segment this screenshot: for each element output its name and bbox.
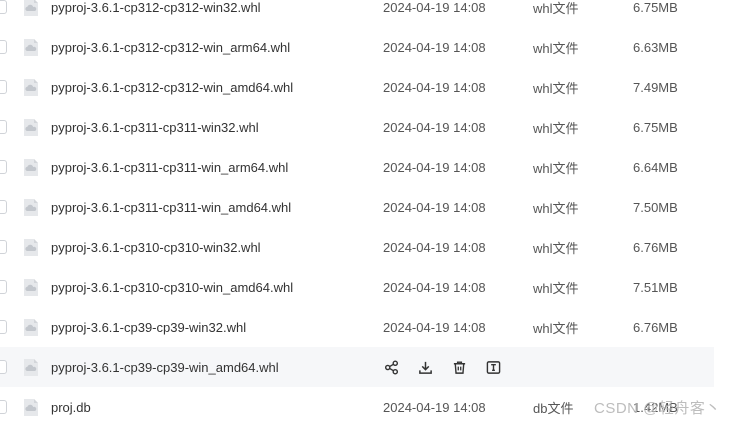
file-type: whl文件 bbox=[533, 40, 579, 56]
file-row[interactable]: pyproj-3.6.1-cp311-cp311-win_arm64.whl 2… bbox=[0, 147, 714, 187]
file-type: whl文件 bbox=[533, 280, 579, 296]
file-icon bbox=[24, 118, 38, 136]
file-row[interactable]: pyproj-3.6.1-cp39-cp39-win32.whl 2024-04… bbox=[0, 307, 714, 347]
file-size: 6.64MB bbox=[633, 159, 678, 175]
share-icon[interactable] bbox=[383, 359, 400, 376]
file-date: 2024-04-19 14:08 bbox=[383, 319, 486, 335]
file-type: whl文件 bbox=[533, 80, 579, 96]
file-size: 7.51MB bbox=[633, 279, 678, 295]
file-icon bbox=[24, 78, 38, 96]
file-icon bbox=[24, 278, 38, 296]
file-name[interactable]: pyproj-3.6.1-cp312-cp312-win_arm64.whl bbox=[51, 40, 290, 55]
file-name[interactable]: pyproj-3.6.1-cp310-cp310-win32.whl bbox=[51, 240, 261, 255]
file-type: whl文件 bbox=[533, 0, 579, 16]
row-checkbox[interactable] bbox=[0, 280, 7, 294]
file-size: 6.75MB bbox=[633, 0, 678, 15]
file-icon bbox=[24, 0, 38, 16]
file-size: 6.76MB bbox=[633, 239, 678, 255]
file-icon bbox=[24, 318, 38, 336]
watermark: CSDN @轻舟客丶 bbox=[594, 400, 721, 417]
file-size: 7.49MB bbox=[633, 79, 678, 95]
file-list: pyproj-3.6.1-cp312-cp312-win32.whl 2024-… bbox=[0, 0, 740, 426]
file-row[interactable]: pyproj-3.6.1-cp311-cp311-win_amd64.whl 2… bbox=[0, 187, 714, 227]
file-name[interactable]: pyproj-3.6.1-cp310-cp310-win_amd64.whl bbox=[51, 280, 293, 295]
file-type: whl文件 bbox=[533, 320, 579, 336]
file-row-hovered[interactable]: pyproj-3.6.1-cp39-cp39-win_amd64.whl bbox=[0, 347, 714, 387]
row-checkbox[interactable] bbox=[0, 200, 7, 214]
file-name[interactable]: pyproj-3.6.1-cp312-cp312-win32.whl bbox=[51, 0, 261, 15]
row-checkbox[interactable] bbox=[0, 40, 7, 54]
file-icon bbox=[24, 158, 38, 176]
file-row[interactable]: pyproj-3.6.1-cp310-cp310-win_amd64.whl 2… bbox=[0, 267, 714, 307]
file-name[interactable]: pyproj-3.6.1-cp39-cp39-win32.whl bbox=[51, 320, 246, 335]
file-size: 7.50MB bbox=[633, 199, 678, 215]
file-icon bbox=[24, 358, 38, 376]
file-icon bbox=[24, 238, 38, 256]
row-actions bbox=[383, 359, 502, 376]
file-type: whl文件 bbox=[533, 240, 579, 256]
file-icon bbox=[24, 398, 38, 416]
file-name[interactable]: pyproj-3.6.1-cp311-cp311-win_amd64.whl bbox=[51, 200, 291, 215]
file-name[interactable]: proj.db bbox=[51, 400, 91, 415]
row-checkbox[interactable] bbox=[0, 240, 7, 254]
file-name[interactable]: pyproj-3.6.1-cp312-cp312-win_amd64.whl bbox=[51, 80, 293, 95]
row-checkbox[interactable] bbox=[0, 360, 7, 374]
file-row[interactable]: pyproj-3.6.1-cp310-cp310-win32.whl 2024-… bbox=[0, 227, 714, 267]
download-icon[interactable] bbox=[417, 359, 434, 376]
file-size: 6.76MB bbox=[633, 319, 678, 335]
row-checkbox[interactable] bbox=[0, 160, 7, 174]
file-size: 6.75MB bbox=[633, 119, 678, 135]
file-type: whl文件 bbox=[533, 160, 579, 176]
file-date: 2024-04-19 14:08 bbox=[383, 399, 486, 415]
file-date: 2024-04-19 14:08 bbox=[383, 279, 486, 295]
file-name[interactable]: pyproj-3.6.1-cp39-cp39-win_amd64.whl bbox=[51, 360, 279, 375]
file-row[interactable]: pyproj-3.6.1-cp312-cp312-win_arm64.whl 2… bbox=[0, 27, 714, 67]
file-row[interactable]: pyproj-3.6.1-cp312-cp312-win32.whl 2024-… bbox=[0, 0, 714, 27]
file-date: 2024-04-19 14:08 bbox=[383, 159, 486, 175]
file-date: 2024-04-19 14:08 bbox=[383, 199, 486, 215]
file-date: 2024-04-19 14:08 bbox=[383, 0, 486, 15]
file-name[interactable]: pyproj-3.6.1-cp311-cp311-win32.whl bbox=[51, 120, 259, 135]
file-size: 6.63MB bbox=[633, 39, 678, 55]
row-checkbox[interactable] bbox=[0, 400, 7, 414]
file-icon bbox=[24, 38, 38, 56]
file-date: 2024-04-19 14:08 bbox=[383, 239, 486, 255]
delete-icon[interactable] bbox=[451, 359, 468, 376]
file-type: whl文件 bbox=[533, 200, 579, 216]
file-name[interactable]: pyproj-3.6.1-cp311-cp311-win_arm64.whl bbox=[51, 160, 288, 175]
file-date: 2024-04-19 14:08 bbox=[383, 79, 486, 95]
row-checkbox[interactable] bbox=[0, 120, 7, 134]
file-type: db文件 bbox=[533, 400, 574, 416]
file-type: whl文件 bbox=[533, 120, 579, 136]
row-checkbox[interactable] bbox=[0, 80, 7, 94]
rename-icon[interactable] bbox=[485, 359, 502, 376]
file-row[interactable]: pyproj-3.6.1-cp311-cp311-win32.whl 2024-… bbox=[0, 107, 714, 147]
file-date: 2024-04-19 14:08 bbox=[383, 39, 486, 55]
file-icon bbox=[24, 198, 38, 216]
row-checkbox[interactable] bbox=[0, 320, 7, 334]
file-date: 2024-04-19 14:08 bbox=[383, 119, 486, 135]
row-checkbox[interactable] bbox=[0, 0, 7, 14]
file-row[interactable]: pyproj-3.6.1-cp312-cp312-win_amd64.whl 2… bbox=[0, 67, 714, 107]
